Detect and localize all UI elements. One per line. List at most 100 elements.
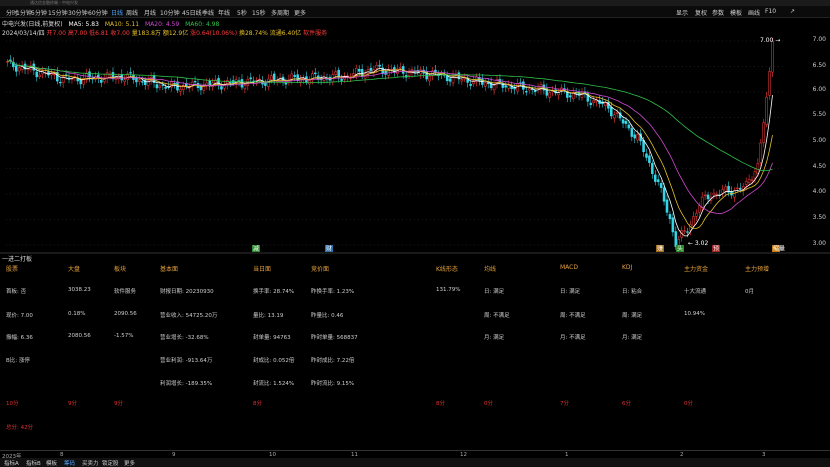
candle-body — [460, 79, 464, 82]
panel-cell: -1.57% — [114, 333, 134, 339]
price-axis-label: 3.50 — [812, 214, 826, 221]
price-axis-label: 6.50 — [812, 62, 826, 69]
candle-body — [243, 85, 247, 90]
candle-body — [398, 67, 402, 69]
indicator-tab[interactable]: 买卖力 — [82, 459, 99, 467]
candle-body — [624, 120, 628, 124]
candle-body — [654, 174, 657, 182]
candle-body — [428, 76, 431, 82]
panel-cell: 现价: 7.00 — [6, 313, 33, 319]
candle-body — [35, 71, 39, 78]
panel-cell: 营业收入: 54725.20万 — [160, 313, 218, 319]
candle-body — [744, 181, 748, 185]
candle-body — [610, 106, 613, 117]
indicator-tab[interactable]: 指标B — [26, 459, 41, 467]
candle-body — [686, 231, 689, 233]
candle-body — [161, 84, 165, 86]
candle-body — [270, 75, 273, 80]
candle-body — [378, 64, 382, 67]
candle-body — [220, 86, 223, 90]
panel-score: 6分 — [622, 401, 631, 407]
candle-body — [621, 119, 625, 124]
marker-ma: 赚 — [657, 245, 663, 253]
panel-cell: 日: 满足 — [560, 289, 581, 295]
panel-cell: 财报日期: 20230930 — [160, 289, 214, 295]
price-axis-label: 4.00 — [812, 188, 826, 195]
indicator-tab[interactable]: 锁定股 — [102, 459, 119, 467]
panel-column-head: 板块 — [114, 266, 127, 273]
candle-body — [463, 77, 467, 80]
ma10-line — [7, 60, 773, 229]
candle-body — [756, 163, 760, 175]
panel-cell: 利润增长: -189.35% — [160, 381, 213, 387]
candle-body — [14, 65, 18, 72]
panel-cell: 昨封成比: 7.22倍 — [311, 358, 355, 364]
indicator-tab[interactable]: 指标A — [4, 459, 19, 467]
indicator-tab[interactable]: 模板 — [46, 459, 57, 467]
panel-score: 9分 — [114, 401, 123, 407]
candle-body — [375, 64, 379, 69]
panel-cell: 十大流通 — [684, 289, 707, 295]
candle-body — [17, 67, 21, 72]
panel-cell: 昨量比: 0.46 — [311, 313, 344, 319]
candle-body — [765, 96, 768, 125]
candle-body — [352, 73, 355, 76]
marker-cui: 缩量 — [773, 245, 785, 253]
ma20-line — [7, 60, 773, 215]
panel-column-head: 基本面 — [160, 266, 179, 273]
ma5-line — [7, 60, 773, 237]
candle-body — [340, 79, 343, 81]
candle-body — [407, 72, 411, 76]
candle-body — [164, 86, 168, 89]
indicator-tab[interactable]: 筹码 — [64, 459, 75, 467]
candle-body — [483, 82, 487, 87]
marker-jian: 减 — [253, 245, 259, 253]
candle-body — [692, 216, 695, 227]
panel-cell: 营业利润: -913.64万 — [160, 358, 213, 364]
panel-column-head: 大盘 — [68, 266, 81, 273]
panel-cell: 131.79% — [436, 287, 461, 293]
price-axis-label: 3.00 — [812, 240, 826, 247]
panel-score: 10分 — [6, 401, 19, 407]
candle-body — [768, 71, 771, 96]
candle-body — [158, 85, 162, 88]
candle-body — [695, 213, 698, 217]
indicator-tab[interactable]: 更多 — [124, 459, 135, 467]
price-axis-label: 5.00 — [812, 137, 826, 144]
candle-body — [636, 134, 639, 141]
candle-body — [592, 100, 596, 104]
panel-column-head: 主力资金 — [684, 266, 709, 273]
candle-body — [47, 70, 50, 76]
panel-title: 一进二打板 — [2, 256, 33, 263]
candle-body — [357, 68, 361, 72]
kline-chart[interactable]: 7.00 → ← 3.02 减 财 赚 头 预 缩量 — [0, 0, 830, 467]
panel-cell: 日: 粘合 — [622, 289, 643, 295]
candle-body — [762, 122, 766, 143]
marker-tou: 头 — [677, 245, 683, 253]
candle-body — [193, 81, 197, 83]
price-axis-label: 4.50 — [812, 163, 826, 170]
panel-column-head: K线形态 — [436, 266, 458, 273]
candle-body — [665, 199, 669, 213]
candle-body — [724, 186, 727, 192]
candle-body — [141, 81, 144, 83]
candle-body — [53, 73, 56, 76]
panel-cell: 营业增长: -32.68% — [160, 335, 209, 341]
candle-body — [123, 79, 126, 82]
candle-body — [308, 80, 311, 85]
candle-body — [334, 71, 338, 75]
candle-body — [604, 102, 607, 106]
candle-body — [771, 40, 774, 73]
panel-cell: 换手率: 28.74% — [253, 289, 295, 295]
panel-cell: 封成比: 0.052倍 — [253, 358, 295, 364]
panel-cell: 月: 不满足 — [560, 335, 586, 341]
panel-column-head: 均线 — [484, 266, 497, 273]
panel-cell: 2090.56 — [114, 311, 137, 317]
panel-column-head: 股票 — [6, 266, 19, 273]
candle-body — [697, 205, 701, 213]
candle-body — [228, 82, 232, 84]
panel-cell: 量比: 13.19 — [253, 313, 284, 319]
bottom-indicator-tabs: 指标A 指标B 模板 筹码 买卖力 锁定股 更多 — [0, 458, 830, 467]
panel-cell: 0.18% — [68, 311, 86, 317]
candle-body — [739, 187, 742, 190]
